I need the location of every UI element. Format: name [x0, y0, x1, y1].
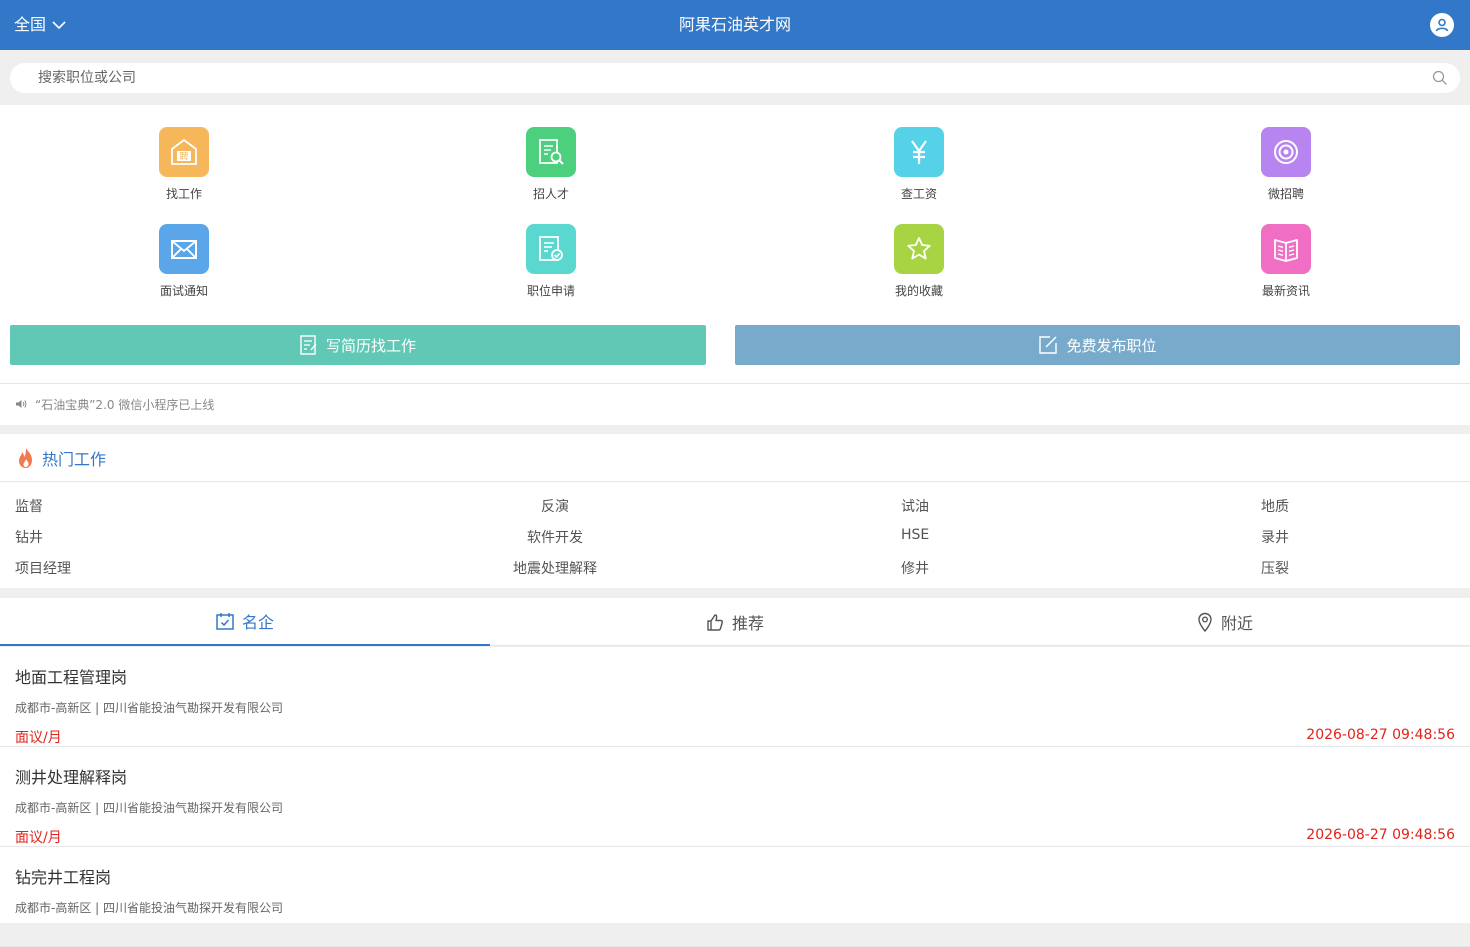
hot-job-link[interactable]: 试油 [901, 496, 929, 516]
hot-job-link[interactable]: 钻井 [15, 527, 43, 547]
tab-famous-companies[interactable]: 名企 [0, 598, 490, 646]
menu-latest-news[interactable]: 最新资讯 [1186, 224, 1386, 299]
user-profile-button[interactable] [1430, 13, 1454, 37]
mail-icon [171, 240, 197, 259]
star-icon [907, 237, 931, 260]
resume-search-icon [539, 139, 564, 165]
menu-label: 查工资 [900, 187, 937, 201]
top-bar: 全国 阿果石油英才网 [0, 0, 1470, 50]
job-salary: 面议/月 [15, 730, 62, 746]
menu-icon-bg [894, 224, 944, 274]
thumbs-up-icon [707, 614, 723, 631]
job-list-item[interactable]: 钻完井工程岗 成都市-高新区 | 四川省能投油气勘探开发有限公司 [0, 847, 1470, 947]
tab-recommended[interactable]: 推荐 [490, 598, 980, 646]
resume-edit-icon [300, 335, 317, 355]
recruit-icon: 聘 [171, 138, 197, 165]
job-title: 钻完井工程岗 [15, 868, 112, 887]
menu-icon-bg [526, 127, 576, 177]
tab-label: 推荐 [731, 614, 764, 633]
hot-job-link[interactable]: 反演 [541, 496, 569, 516]
hot-job-link[interactable]: 项目经理 [15, 558, 71, 578]
job-location-company: 成都市-高新区 | 四川省能投油气勘探开发有限公司 [15, 701, 284, 715]
hot-job-link[interactable]: 地震处理解释 [513, 558, 597, 578]
hot-jobs-header: 热门工作 [0, 434, 1470, 482]
menu-label: 我的收藏 [894, 284, 943, 298]
menu-label: 找工作 [165, 187, 202, 201]
tab-label: 名企 [241, 613, 274, 632]
job-post-time: 2026-08-27 09:48:56 [1306, 827, 1455, 843]
hot-job-link[interactable]: 监督 [15, 496, 43, 516]
job-tabs: 名企 推荐 附近 [0, 598, 1470, 646]
quick-menu: 聘 找工作 招人才 查工资 微招聘 面试通知 职位申请 我的收藏 最新资讯 写简… [0, 105, 1470, 425]
job-post-time: 2026-08-27 09:48:56 [1306, 727, 1455, 743]
write-resume-label: 写简历找工作 [325, 336, 416, 355]
menu-icon-bg: 聘 [159, 127, 209, 177]
menu-label: 最新资讯 [1261, 284, 1310, 298]
post-job-button[interactable]: 免费发布职位 [735, 325, 1460, 365]
menu-interview-notice[interactable]: 面试通知 [84, 224, 284, 299]
menu-job-application[interactable]: 职位申请 [451, 224, 651, 299]
application-icon [539, 236, 563, 261]
search-box [10, 63, 1460, 93]
menu-my-favorites[interactable]: 我的收藏 [819, 224, 1019, 299]
edit-icon [1039, 336, 1058, 354]
menu-icon-bg [159, 224, 209, 274]
calendar-check-icon [216, 613, 234, 630]
hot-job-link[interactable]: 软件开发 [527, 527, 583, 547]
menu-find-talent[interactable]: 招人才 [451, 127, 651, 202]
job-title: 地面工程管理岗 [15, 668, 128, 687]
announcement-text: “石油宝典”2.0 微信小程序已上线 [35, 397, 215, 412]
speaker-icon [16, 400, 27, 408]
target-icon [1274, 140, 1298, 164]
tab-label: 附近 [1220, 614, 1253, 633]
job-list-item[interactable]: 测井处理解释岗 成都市-高新区 | 四川省能投油气勘探开发有限公司 面议/月 2… [0, 747, 1470, 847]
hot-jobs-title: 热门工作 [42, 449, 107, 469]
menu-icon-bg [1261, 224, 1311, 274]
job-location-company: 成都市-高新区 | 四川省能投油气勘探开发有限公司 [15, 801, 284, 815]
user-icon [1435, 18, 1449, 32]
job-list-item[interactable]: 地面工程管理岗 成都市-高新区 | 四川省能投油气勘探开发有限公司 面议/月 2… [0, 647, 1470, 747]
search-input[interactable] [10, 63, 1390, 93]
fire-icon [19, 447, 32, 468]
hot-jobs-section: 热门工作 监督 反演 试油 地质 钻井 软件开发 HSE 录井 项目经理 地震处… [0, 434, 1470, 588]
tab-nearby[interactable]: 附近 [980, 598, 1470, 646]
news-book-icon [1274, 239, 1298, 262]
svg-text:聘: 聘 [179, 151, 188, 163]
search-bar [0, 50, 1470, 105]
yen-icon [911, 140, 927, 164]
post-job-label: 免费发布职位 [1066, 336, 1157, 355]
hot-job-link[interactable]: 修井 [901, 558, 929, 578]
app-title: 阿果石油英才网 [678, 15, 791, 34]
menu-check-salary[interactable]: 查工资 [819, 127, 1019, 202]
menu-icon-bg [1261, 127, 1311, 177]
menu-find-job[interactable]: 聘 找工作 [84, 127, 284, 202]
location-pin-icon [1198, 612, 1212, 632]
menu-label: 微招聘 [1267, 187, 1304, 201]
announcement-bar[interactable]: “石油宝典”2.0 微信小程序已上线 [0, 383, 1470, 424]
menu-label: 面试通知 [159, 284, 208, 298]
job-list: 地面工程管理岗 成都市-高新区 | 四川省能投油气勘探开发有限公司 面议/月 2… [0, 647, 1470, 947]
hot-job-link[interactable]: HSE [901, 527, 929, 543]
hot-job-link[interactable]: 地质 [1261, 496, 1289, 516]
menu-micro-recruit[interactable]: 微招聘 [1186, 127, 1386, 202]
menu-label: 招人才 [532, 187, 569, 201]
menu-icon-bg [894, 127, 944, 177]
hot-job-link[interactable]: 录井 [1261, 527, 1289, 547]
job-location-company: 成都市-高新区 | 四川省能投油气勘探开发有限公司 [15, 901, 284, 915]
menu-label: 职位申请 [526, 284, 575, 298]
job-salary: 面议/月 [15, 830, 62, 846]
menu-icon-bg [526, 224, 576, 274]
write-resume-button[interactable]: 写简历找工作 [10, 325, 706, 365]
hot-job-link[interactable]: 压裂 [1261, 558, 1289, 578]
job-title: 测井处理解释岗 [15, 768, 128, 787]
search-icon[interactable] [1432, 70, 1448, 86]
